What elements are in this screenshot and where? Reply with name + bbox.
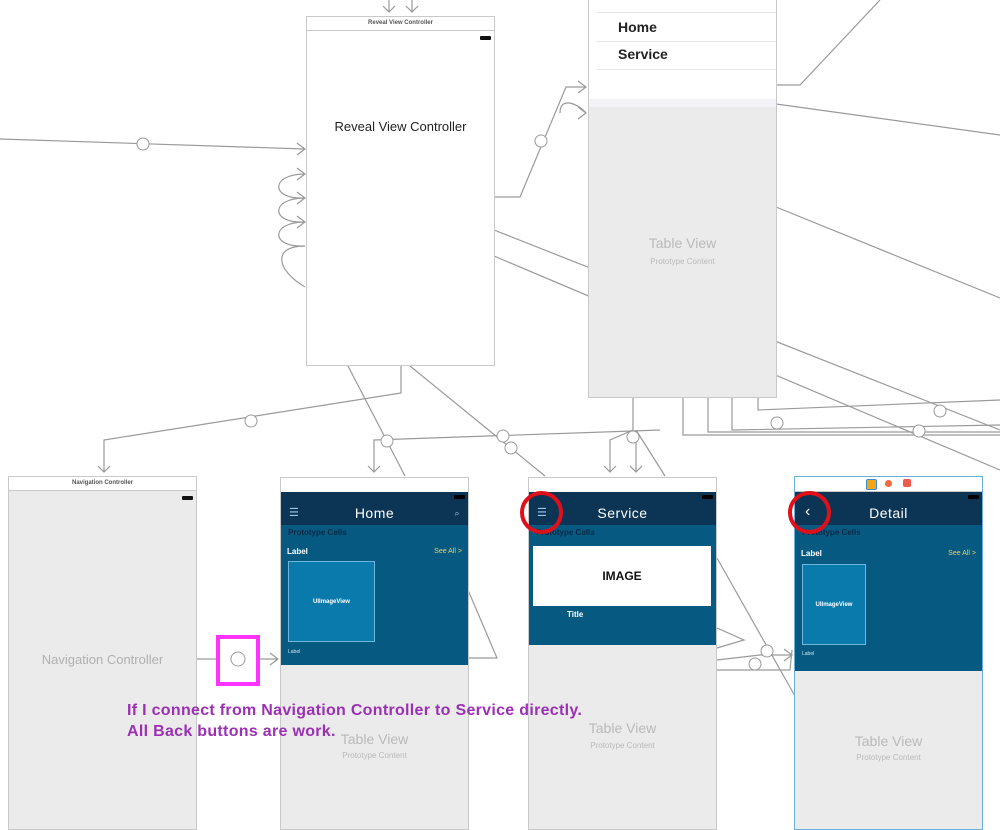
home-nav-title: Home — [354, 505, 395, 521]
table-view-title: Table View — [648, 235, 717, 251]
hamburger-menu-icon[interactable]: ☰ — [289, 501, 299, 525]
exit-icon[interactable] — [903, 479, 911, 487]
table-view-title: Table View — [854, 733, 923, 749]
service-content: Prototype Cells IMAGE Title — [529, 525, 716, 645]
image-view-label: UIImageView — [815, 602, 853, 608]
highlight-circle-back-button — [788, 491, 831, 534]
home-content: Prototype Cells Label See All > UIImageV… — [281, 525, 468, 665]
table-view-subtitle: Prototype Content — [856, 753, 921, 762]
menu-table-view[interactable]: Table View Prototype Content — [589, 107, 776, 397]
scene-title: Navigation Controller — [9, 477, 196, 491]
image-placeholder: IMAGE — [533, 546, 711, 606]
battery-icon — [454, 495, 465, 499]
reveal-label: Reveal View Controller — [334, 119, 467, 134]
annotation-line-1: If I connect from Navigation Controller … — [127, 702, 583, 719]
image-view: UIImageView — [802, 564, 866, 645]
image-placeholder-label: IMAGE — [602, 569, 642, 583]
detail-nav-title: Detail — [869, 505, 908, 521]
menu-separator — [589, 99, 776, 107]
battery-icon — [480, 36, 491, 40]
image-view-label: UIImageView — [313, 599, 350, 605]
home-table-view[interactable]: Table View Prototype Content — [281, 665, 468, 829]
detail-content: Prototype Cells Label See All > UIImageV… — [795, 525, 982, 671]
search-icon[interactable]: ⌕ — [454, 501, 460, 525]
menu-item-home-label: Home — [618, 19, 657, 35]
view-controller-icon[interactable] — [866, 479, 877, 490]
navigation-controller-label: Navigation Controller — [41, 652, 164, 667]
service-nav-title: Service — [597, 505, 648, 521]
battery-icon — [182, 496, 193, 500]
reveal-view-controller-scene[interactable]: Reveal View Controller Reveal View Contr… — [306, 16, 495, 366]
see-all-link[interactable]: See All > — [948, 550, 976, 557]
home-scene[interactable]: ☰ Home ⌕ Prototype Cells Label See All >… — [280, 477, 469, 830]
detail-table-view[interactable]: Table View Prototype Content — [795, 671, 982, 829]
small-label: Label — [802, 651, 815, 657]
image-view: UIImageView — [288, 561, 375, 642]
scene-dock — [795, 477, 982, 492]
section-label: Label — [287, 547, 308, 556]
battery-icon — [968, 495, 979, 499]
menu-item-service[interactable]: Service — [597, 41, 776, 70]
see-all-link[interactable]: See All > — [434, 548, 462, 555]
table-view-subtitle: Prototype Content — [650, 257, 715, 266]
small-label: Label — [288, 649, 301, 655]
annotation-line-2: All Back buttons are work. — [127, 723, 336, 740]
first-responder-icon[interactable] — [885, 480, 892, 487]
home-navbar: ☰ Home ⌕ — [281, 501, 468, 525]
battery-icon — [702, 495, 713, 499]
menu-scene[interactable]: Home Service Table View Prototype Conten… — [588, 0, 777, 398]
cell-title: Title — [567, 610, 584, 619]
highlight-circle-menu-button — [520, 491, 563, 534]
menu-item-home[interactable]: Home — [597, 12, 776, 42]
section-label: Label — [801, 549, 822, 558]
table-view-subtitle: Prototype Content — [342, 751, 407, 760]
prototype-cells-label: Prototype Cells — [288, 528, 347, 537]
menu-item-service-label: Service — [618, 46, 668, 62]
navigation-controller-scene[interactable]: Navigation Controller Navigation Control… — [8, 476, 197, 830]
service-scene[interactable]: ☰ Service Prototype Cells IMAGE Title Ta… — [528, 477, 717, 830]
annotation-note: If I connect from Navigation Controller … — [127, 700, 582, 742]
table-view-subtitle: Prototype Content — [590, 741, 655, 750]
scene-title: Reveal View Controller — [307, 17, 494, 31]
